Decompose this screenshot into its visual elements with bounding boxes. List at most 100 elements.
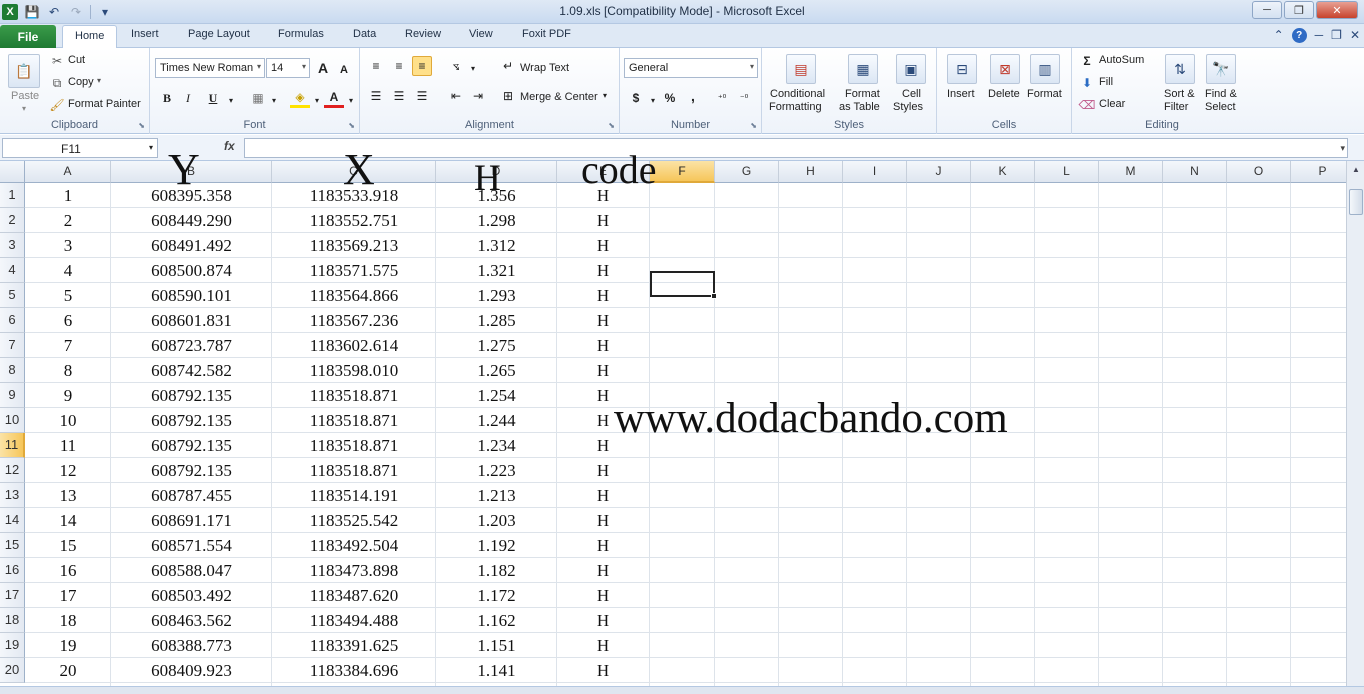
tab-view[interactable]: View [469, 28, 493, 40]
cell-c9[interactable]: 1183518.871 [272, 383, 436, 408]
cell-d12[interactable]: 1.223 [436, 458, 557, 483]
row-header-17[interactable]: 17 [0, 583, 25, 608]
alignment-launcher-icon[interactable]: ⬊ [608, 121, 615, 130]
cell-d19[interactable]: 1.151 [436, 633, 557, 658]
cell-styles-label-1[interactable]: Cell [902, 88, 921, 100]
cell-c17[interactable]: 1183487.620 [272, 583, 436, 608]
number-format-dropdown-icon[interactable]: ▾ [750, 62, 754, 71]
column-header-f[interactable]: F [650, 161, 715, 183]
row-header-12[interactable]: 12 [0, 458, 25, 483]
cell-e17[interactable]: H [585, 583, 621, 608]
cell-e4[interactable]: H [585, 258, 621, 283]
row-header-11[interactable]: 11 [0, 433, 25, 458]
conditional-formatting-label-1[interactable]: Conditional [770, 88, 825, 100]
format-as-table-label-2[interactable]: as Table [839, 101, 880, 113]
cell-b14[interactable]: 608691.171 [111, 508, 272, 533]
font-name-select[interactable]: Times New Roman ▾ [155, 58, 265, 78]
merge-center-button[interactable]: Merge & Center [520, 91, 598, 103]
close-button[interactable]: ✕ [1316, 1, 1358, 19]
percent-button[interactable]: % [660, 88, 680, 108]
merge-dropdown-icon[interactable]: ▾ [603, 91, 607, 100]
cell-b10[interactable]: 608792.135 [111, 408, 272, 433]
row-header-16[interactable]: 16 [0, 558, 25, 583]
minimize-ribbon-icon[interactable]: ⌃ [1274, 28, 1284, 43]
cell-c19[interactable]: 1183391.625 [272, 633, 436, 658]
cell-b4[interactable]: 608500.874 [111, 258, 272, 283]
fill-icon[interactable]: ⬇ [1080, 76, 1094, 90]
cell-e16[interactable]: H [585, 558, 621, 583]
cell-d7[interactable]: 1.275 [436, 333, 557, 358]
borders-dropdown-icon[interactable]: ▾ [264, 90, 284, 110]
cell-c6[interactable]: 1183567.236 [272, 308, 436, 333]
fill-handle[interactable] [711, 293, 717, 299]
wrap-text-button[interactable]: Wrap Text [520, 62, 569, 74]
cell-d17[interactable]: 1.172 [436, 583, 557, 608]
cut-icon[interactable]: ✂ [50, 54, 64, 68]
autosum-icon[interactable]: Σ [1080, 54, 1094, 68]
cell-c14[interactable]: 1183525.542 [272, 508, 436, 533]
cell-c4[interactable]: 1183571.575 [272, 258, 436, 283]
row-header-2[interactable]: 2 [0, 208, 25, 233]
conditional-formatting-icon[interactable]: ▤ [786, 54, 816, 84]
clipboard-launcher-icon[interactable]: ⬊ [138, 121, 145, 130]
cell-a11[interactable]: 11 [25, 433, 111, 458]
row-header-15[interactable]: 15 [0, 533, 25, 558]
grow-font-button[interactable]: A [313, 58, 333, 78]
align-right-icon[interactable]: ☰ [412, 86, 432, 106]
insert-function-icon[interactable]: fx [224, 139, 235, 153]
cell-a5[interactable]: 5 [25, 283, 111, 308]
workbook-restore-icon[interactable]: ❐ [1331, 28, 1342, 43]
cell-b20[interactable]: 608409.923 [111, 658, 272, 683]
cell-b6[interactable]: 608601.831 [111, 308, 272, 333]
cell-c5[interactable]: 1183564.866 [272, 283, 436, 308]
help-icon[interactable]: ? [1291, 28, 1307, 43]
cell-d10[interactable]: 1.244 [436, 408, 557, 433]
format-as-table-icon[interactable]: ▦ [848, 54, 878, 84]
cell-c15[interactable]: 1183492.504 [272, 533, 436, 558]
select-all-corner[interactable] [0, 161, 25, 183]
cell-a16[interactable]: 16 [25, 558, 111, 583]
name-box-dropdown-icon[interactable]: ▾ [149, 143, 153, 152]
cell-c3[interactable]: 1183569.213 [272, 233, 436, 258]
minimize-button[interactable]: ─ [1252, 1, 1282, 19]
cell-styles-label-2[interactable]: Styles [893, 101, 923, 113]
cell-b18[interactable]: 608463.562 [111, 608, 272, 633]
cell-d8[interactable]: 1.265 [436, 358, 557, 383]
column-header-h[interactable]: H [779, 161, 843, 183]
cell-e19[interactable]: H [585, 633, 621, 658]
cell-c18[interactable]: 1183494.488 [272, 608, 436, 633]
cell-b7[interactable]: 608723.787 [111, 333, 272, 358]
cell-e2[interactable]: H [585, 208, 621, 233]
cell-d2[interactable]: 1.298 [436, 208, 557, 233]
font-launcher-icon[interactable]: ⬊ [348, 121, 355, 130]
align-top-icon[interactable]: ≡ [366, 56, 386, 76]
cell-b2[interactable]: 608449.290 [111, 208, 272, 233]
orientation-dropdown-icon[interactable]: ▾ [463, 58, 483, 78]
format-cells-icon[interactable]: ▥ [1030, 54, 1060, 84]
tab-review[interactable]: Review [405, 28, 441, 40]
cell-b11[interactable]: 608792.135 [111, 433, 272, 458]
increase-indent-icon[interactable]: ⇥ [468, 86, 488, 106]
workbook-close-icon[interactable]: ✕ [1350, 28, 1360, 43]
row-header-20[interactable]: 20 [0, 658, 25, 683]
underline-dropdown-icon[interactable]: ▾ [221, 90, 241, 110]
font-color-dropdown-icon[interactable]: ▾ [341, 90, 361, 110]
cell-e15[interactable]: H [585, 533, 621, 558]
cell-d9[interactable]: 1.254 [436, 383, 557, 408]
cell-a10[interactable]: 10 [25, 408, 111, 433]
active-cell-f11[interactable] [650, 271, 715, 297]
tab-page-layout[interactable]: Page Layout [188, 28, 250, 40]
font-name-dropdown-icon[interactable]: ▾ [257, 62, 261, 71]
sort-filter-label-2[interactable]: Filter [1164, 101, 1188, 113]
cell-a12[interactable]: 12 [25, 458, 111, 483]
row-header-18[interactable]: 18 [0, 608, 25, 633]
align-left-icon[interactable]: ☰ [366, 86, 386, 106]
cell-d4[interactable]: 1.321 [436, 258, 557, 283]
cell-a2[interactable]: 2 [25, 208, 111, 233]
cell-styles-icon[interactable]: ▣ [896, 54, 926, 84]
row-header-5[interactable]: 5 [0, 283, 25, 308]
cell-a6[interactable]: 6 [25, 308, 111, 333]
restore-button[interactable]: ❐ [1284, 1, 1314, 19]
cell-c7[interactable]: 1183602.614 [272, 333, 436, 358]
tab-formulas[interactable]: Formulas [278, 28, 324, 40]
